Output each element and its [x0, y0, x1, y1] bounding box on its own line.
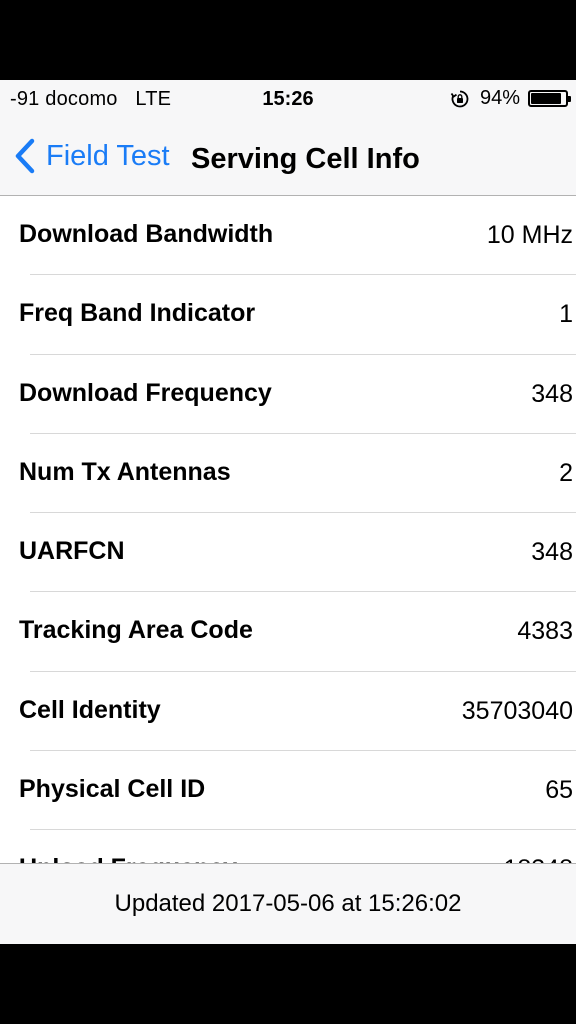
list-item: Cell Identity 35703040	[0, 672, 576, 752]
chevron-left-icon	[15, 138, 35, 174]
status-bar: -91 docomo LTE 15:26 94%	[0, 80, 576, 118]
row-label: Physical Cell ID	[19, 775, 206, 804]
status-right: 94%	[450, 87, 571, 110]
row-value: 4383	[517, 617, 573, 646]
battery-icon	[528, 90, 571, 107]
phone-screen: -91 docomo LTE 15:26 94% Field Test Serv…	[0, 80, 576, 944]
row-value: 18348	[503, 855, 573, 863]
row-value: 1	[559, 300, 573, 329]
list-item: Freq Band Indicator 1	[0, 275, 576, 355]
row-label: Download Bandwidth	[19, 220, 274, 248]
list-item: Tracking Area Code 4383	[0, 592, 576, 673]
bottom-toolbar: Updated 2017-05-06 at 15:26:02	[0, 863, 576, 944]
list-item: UARFCN 348	[0, 513, 576, 593]
row-value: 348	[531, 538, 573, 567]
list-item: Physical Cell ID 65	[0, 751, 576, 831]
row-label: Tracking Area Code	[19, 616, 253, 645]
back-button-label: Field Test	[46, 139, 170, 172]
row-value: 348	[531, 379, 573, 408]
list-item: Upload Frequency 18348	[0, 830, 576, 863]
row-value: 65	[545, 776, 573, 805]
row-label: Cell Identity	[19, 695, 161, 724]
updated-timestamp: Updated 2017-05-06 at 15:26:02	[114, 890, 462, 917]
list-item: Num Tx Antennas 2	[0, 434, 576, 514]
row-value: 10 MHz	[486, 221, 573, 249]
list-item: Download Bandwidth 10 MHz	[0, 196, 576, 276]
rotation-lock-icon	[450, 89, 470, 109]
battery-level-fill	[531, 93, 562, 104]
navigation-bar: Field Test Serving Cell Info	[0, 118, 576, 196]
cell-info-list[interactable]: Download Bandwidth 10 MHz Freq Band Indi…	[0, 196, 576, 863]
row-label: Num Tx Antennas	[19, 457, 231, 486]
back-button[interactable]: Field Test	[12, 134, 170, 178]
page-title: Serving Cell Info	[191, 143, 420, 175]
row-value: 35703040	[461, 696, 573, 725]
battery-percent: 94%	[479, 87, 520, 109]
row-label: UARFCN	[19, 537, 125, 566]
row-value: 2	[559, 458, 573, 487]
list-item: Download Frequency 348	[0, 355, 576, 435]
row-label: Upload Frequency	[19, 854, 237, 863]
row-label: Download Frequency	[19, 378, 272, 407]
row-label: Freq Band Indicator	[19, 299, 256, 328]
